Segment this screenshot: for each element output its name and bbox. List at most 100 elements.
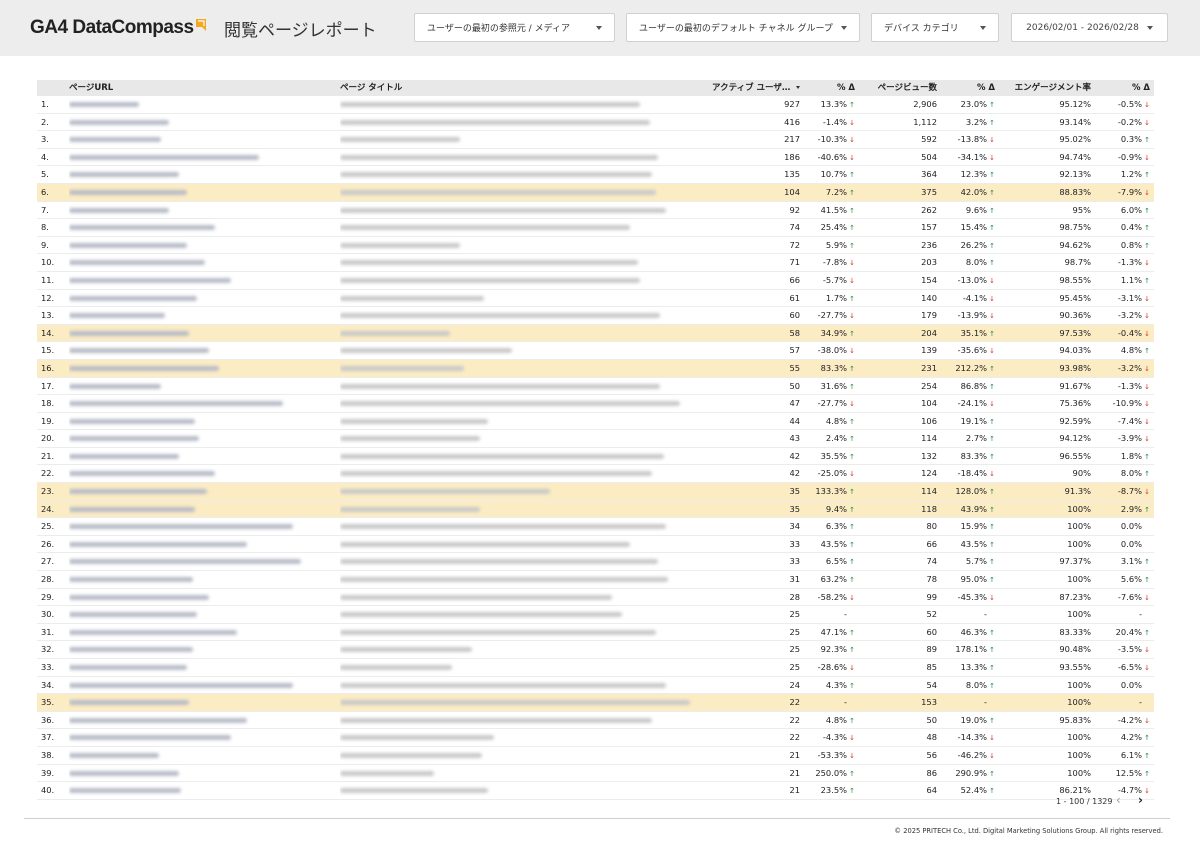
page-url-redacted[interactable] <box>69 131 309 148</box>
table-row[interactable]: 39. 21 250.0% ↑ 86 290.9% ↑ 100% 12.5% ↑ <box>37 765 1154 783</box>
row-number-value: 12. <box>41 292 55 303</box>
previous-page-icon[interactable]: ‹ <box>1116 793 1121 807</box>
table-row[interactable]: 16. 55 83.3% ↑ 231 212.2% ↑ 93.98% -3.2% ↓ <box>37 359 1154 378</box>
table-row[interactable]: 23. 35 133.3% ↑ 114 128.0% ↑ 91.3% -8.7% ↓ <box>37 483 1154 501</box>
page-url-redacted[interactable] <box>69 166 309 183</box>
table-row[interactable]: 7. 92 41.5% ↑ 262 9.6% ↑ 95% 6.0% ↑ <box>37 202 1154 220</box>
page-url-redacted[interactable] <box>69 659 309 676</box>
filter-source-medium[interactable]: ユーザーの最初の参照元 / メディア <box>414 13 615 42</box>
table-row[interactable]: 31. 25 47.1% ↑ 60 46.3% ↑ 83.33% 20.4% ↑ <box>37 624 1154 642</box>
page-url-redacted[interactable] <box>69 677 309 694</box>
page-url-redacted[interactable] <box>69 272 309 289</box>
page-url-redacted[interactable] <box>69 712 309 729</box>
table-row[interactable]: 27. 33 6.5% ↑ 74 5.7% ↑ 97.37% 3.1% ↑ <box>37 553 1154 572</box>
table-row[interactable]: 25. 34 6.3% ↑ 80 15.9% ↑ 100% 0.0% <box>37 518 1154 536</box>
column-header-delta-engagement[interactable]: % Δ <box>1094 80 1150 96</box>
page-url-redacted[interactable] <box>69 96 309 113</box>
page-url-redacted[interactable] <box>69 325 309 342</box>
page-url-redacted[interactable] <box>69 606 309 623</box>
page-url-redacted[interactable] <box>69 624 309 641</box>
table-row[interactable]: 34. 24 4.3% ↑ 54 8.0% ↑ 100% 0.0% <box>37 677 1154 695</box>
page-url-redacted[interactable] <box>69 149 309 166</box>
column-header-active-users[interactable]: アクティブ ユーザ… <box>712 80 800 96</box>
table-row[interactable]: 1. 927 13.3% ↑ 2,906 23.0% ↑ 95.12% -0.5% ↓ <box>37 96 1154 114</box>
column-header-title[interactable]: ページ タイトル <box>340 80 710 96</box>
column-header-engagement[interactable]: エンゲージメント率 <box>999 80 1091 96</box>
filter-device-category[interactable]: デバイス カテゴリ <box>871 13 999 42</box>
table-row[interactable]: 35. 22 - 153 - 100% - <box>37 694 1154 712</box>
page-url-redacted[interactable] <box>69 589 309 606</box>
page-views-cell: 1,112 <box>860 114 937 131</box>
page-url-redacted[interactable] <box>69 501 309 518</box>
active-users-cell-value: 42 <box>789 450 800 461</box>
page-url-redacted[interactable] <box>69 378 309 395</box>
page-url-redacted[interactable] <box>69 518 309 535</box>
table-row[interactable]: 8. 74 25.4% ↑ 157 15.4% ↑ 98.75% 0.4% ↑ <box>37 219 1154 237</box>
column-header-page-views[interactable]: ページビュー数 <box>860 80 937 96</box>
table-row[interactable]: 12. 61 1.7% ↑ 140 -4.1% ↓ 95.45% -3.1% ↓ <box>37 290 1154 308</box>
table-row[interactable]: 30. 25 - 52 - 100% - <box>37 606 1154 624</box>
table-row[interactable]: 40. 21 23.5% ↑ 64 52.4% ↑ 86.21% -4.7% ↓ <box>37 782 1154 800</box>
table-row[interactable]: 13. 60 -27.7% ↓ 179 -13.9% ↓ 90.36% -3.2% ↓ <box>37 307 1154 325</box>
table-row[interactable]: 38. 21 -53.3% ↓ 56 -46.2% ↓ 100% 6.1% ↑ <box>37 747 1154 765</box>
table-row[interactable]: 20. 43 2.4% ↑ 114 2.7% ↑ 94.12% -3.9% ↓ <box>37 430 1154 448</box>
table-row[interactable]: 36. 22 4.8% ↑ 50 19.0% ↑ 95.83% -4.2% ↓ <box>37 712 1154 730</box>
page-url-redacted[interactable] <box>69 483 309 500</box>
page-url-redacted[interactable] <box>69 184 309 201</box>
page-url-redacted[interactable] <box>69 342 309 359</box>
table-row[interactable]: 11. 66 -5.7% ↓ 154 -13.0% ↓ 98.55% 1.1% ↑ <box>37 272 1154 290</box>
page-url-redacted[interactable] <box>69 729 309 746</box>
table-row[interactable]: 37. 22 -4.3% ↓ 48 -14.3% ↓ 100% 4.2% ↑ <box>37 729 1154 747</box>
table-row[interactable]: 33. 25 -28.6% ↓ 85 13.3% ↑ 93.55% -6.5% ↓ <box>37 659 1154 677</box>
page-url-redacted[interactable] <box>69 782 309 799</box>
page-url-redacted[interactable] <box>69 430 309 447</box>
table-row[interactable]: 21. 42 35.5% ↑ 132 83.3% ↑ 96.55% 1.8% ↑ <box>37 448 1154 466</box>
table-row[interactable]: 28. 31 63.2% ↑ 78 95.0% ↑ 100% 5.6% ↑ <box>37 571 1154 589</box>
page-views-cell: 56 <box>860 747 937 764</box>
page-url-redacted[interactable] <box>69 571 309 588</box>
page-url-redacted[interactable] <box>69 553 309 570</box>
page-url-redacted[interactable] <box>69 413 309 430</box>
table-row[interactable]: 32. 25 92.3% ↑ 89 178.1% ↑ 90.48% -3.5% ↓ <box>37 641 1154 659</box>
page-url-redacted[interactable] <box>69 465 309 482</box>
table-row[interactable]: 17. 50 31.6% ↑ 254 86.8% ↑ 91.67% -1.3% ↓ <box>37 378 1154 396</box>
page-url-redacted[interactable] <box>69 536 309 553</box>
table-row[interactable]: 6. 104 7.2% ↑ 375 42.0% ↑ 88.83% -7.9% ↓ <box>37 183 1154 202</box>
table-row[interactable]: 26. 33 43.5% ↑ 66 43.5% ↑ 100% 0.0% <box>37 536 1154 554</box>
page-url-redacted[interactable] <box>69 395 309 412</box>
page-url-redacted[interactable] <box>69 747 309 764</box>
filter-channel-group[interactable]: ユーザーの最初のデフォルト チャネル グループ <box>626 13 860 42</box>
table-row[interactable]: 3. 217 -10.3% ↓ 592 -13.8% ↓ 95.02% 0.3% ↑ <box>37 131 1154 149</box>
table-row[interactable]: 14. 58 34.9% ↑ 204 35.1% ↑ 97.53% -0.4% ↓ <box>37 324 1154 343</box>
page-url-redacted[interactable] <box>69 448 309 465</box>
column-header-delta-views[interactable]: % Δ <box>940 80 995 96</box>
table-row[interactable]: 4. 186 -40.6% ↓ 504 -34.1% ↓ 94.74% -0.9% ↓ <box>37 149 1154 167</box>
page-url-redacted[interactable] <box>69 694 309 711</box>
table-row[interactable]: 24. 35 9.4% ↑ 118 43.9% ↑ 100% 2.9% ↑ <box>37 500 1154 519</box>
date-range-picker[interactable]: 2026/02/01 - 2026/02/28 <box>1011 13 1168 42</box>
page-views-cell: 104 <box>860 395 937 412</box>
page-url-redacted[interactable] <box>69 219 309 236</box>
page-url-redacted[interactable] <box>69 307 309 324</box>
page-url-redacted[interactable] <box>69 290 309 307</box>
table-row[interactable]: 18. 47 -27.7% ↓ 104 -24.1% ↓ 75.36% -10.9% ↓ <box>37 395 1154 413</box>
page-url-redacted[interactable] <box>69 360 309 377</box>
engagement-rate-cell: 95.45% <box>999 290 1091 307</box>
next-page-icon[interactable]: › <box>1138 793 1143 807</box>
column-header-url[interactable]: ページURL <box>69 80 309 96</box>
page-url-redacted[interactable] <box>69 765 309 782</box>
page-url-redacted[interactable] <box>69 114 309 131</box>
column-header-delta-users[interactable]: % Δ <box>805 80 855 96</box>
page-url-redacted[interactable] <box>69 202 309 219</box>
table-row[interactable]: 19. 44 4.8% ↑ 106 19.1% ↑ 92.59% -7.4% ↓ <box>37 413 1154 431</box>
page-url-redacted[interactable] <box>69 237 309 254</box>
table-row[interactable]: 5. 135 10.7% ↑ 364 12.3% ↑ 92.13% 1.2% ↑ <box>37 166 1154 184</box>
table-row[interactable]: 15. 57 -38.0% ↓ 139 -35.6% ↓ 94.03% 4.8% ↑ <box>37 342 1154 360</box>
page-url-redacted[interactable] <box>69 254 309 271</box>
table-row[interactable]: 10. 71 -7.8% ↓ 203 8.0% ↑ 98.7% -1.3% ↓ <box>37 254 1154 272</box>
page-url-redacted[interactable] <box>69 641 309 658</box>
table-row[interactable]: 9. 72 5.9% ↑ 236 26.2% ↑ 94.62% 0.8% ↑ <box>37 237 1154 255</box>
table-row[interactable]: 2. 416 -1.4% ↓ 1,112 3.2% ↑ 93.14% -0.2% ↓ <box>37 114 1154 132</box>
table-row[interactable]: 29. 28 -58.2% ↓ 99 -45.3% ↓ 87.23% -7.6% ↓ <box>37 589 1154 607</box>
table-row[interactable]: 22. 42 -25.0% ↓ 124 -18.4% ↓ 90% 8.0% ↑ <box>37 465 1154 484</box>
